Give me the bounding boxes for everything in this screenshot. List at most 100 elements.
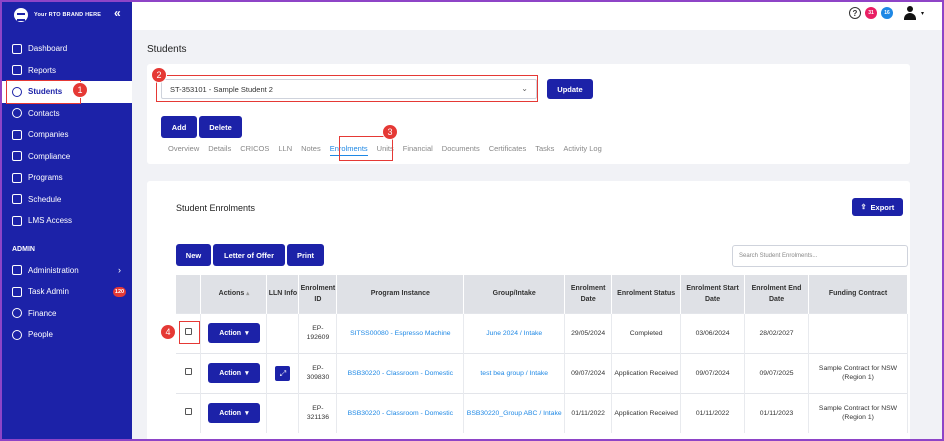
group-intake-link[interactable]: test bea group / Intake [463,352,566,393]
sidebar-item-label: Reports [28,65,57,75]
sidebar-item-label: Task Admin [28,287,69,297]
action-dropdown-button[interactable]: Action ▾ [207,323,260,343]
update-button[interactable]: Update [547,79,593,99]
sidebar-item-schedule[interactable]: Schedule [0,189,132,211]
chevron-right-icon: › [118,265,121,276]
user-avatar-icon[interactable] [903,6,917,20]
export-label: Export [870,202,895,212]
sidebar-item-label: Programs [28,173,63,183]
program-instance-link[interactable]: BSB30220 - Classroom - Domestic [336,352,465,393]
sidebar-item-label: Schedule [28,194,62,204]
header-actions[interactable]: Actions ▴ [200,275,268,313]
header-lln-info: LLN Info [266,275,300,313]
funding-contract [808,312,908,353]
new-enrolment-button[interactable]: New [176,244,211,266]
people-icon [12,329,22,340]
caret-down-icon: ▾ [245,369,249,377]
tab-activity-log[interactable]: Activity Log [563,144,601,156]
start-date: 01/11/2022 [680,392,746,433]
sidebar-item-companies[interactable]: Companies [0,124,132,146]
brand-logo-icon [14,8,28,22]
sidebar-item-label: Finance [28,308,57,318]
funding-contract: Sample Contract for NSW (Region 1) [808,392,908,433]
export-icon: ⇪ [860,204,867,211]
header-select [176,275,202,313]
row-checkbox[interactable] [184,368,192,375]
sidebar-item-label: Administration [28,265,79,275]
admin-section-title: ADMIN [12,245,35,253]
sidebar-item-label: Compliance [28,151,71,161]
report-icon [12,65,22,76]
tab-financial[interactable]: Financial [403,144,433,156]
header-enrolment-date: Enrolment Date [564,275,613,313]
action-dropdown-button[interactable]: Action ▾ [207,403,260,424]
action-dropdown-button[interactable]: Action ▾ [207,363,260,383]
user-menu-caret-icon[interactable]: ▾ [921,10,924,17]
row-checkbox[interactable] [184,408,192,416]
print-button[interactable]: Print [287,244,324,266]
brand-text: Your RTO BRAND HERE [34,12,102,18]
add-button[interactable]: Add [161,116,197,138]
start-date: 09/07/2024 [680,352,746,393]
sidebar-nav: Dashboard Reports Students Contacts Comp… [0,38,132,232]
sidebar-item-label: Dashboard [28,44,68,54]
table-row: Action ▾ EP-321136 BSB30220 - Classroom -… [176,392,908,433]
group-intake-link[interactable]: BSB30220_Group ABC / Intake [463,392,566,433]
letter-of-offer-button[interactable]: Letter of Offer [213,244,285,266]
table-header-row: Actions ▴ LLN Info Enrolment ID Program … [176,275,908,313]
header-end-date: Enrolment End Date [744,275,810,313]
sidebar-item-people[interactable]: People [0,324,132,346]
search-enrolments-input[interactable]: Search Student Enrolments... [732,245,908,267]
sidebar-item-finance[interactable]: Finance [0,303,132,325]
tab-certificates[interactable]: Certificates [489,144,527,156]
sidebar-item-task-admin[interactable]: Task Admin 120 [0,281,132,303]
callout-2: 2 [151,67,167,83]
notification-badge[interactable]: 31 [864,7,877,19]
tab-notes[interactable]: Notes [301,144,321,156]
page-title: Students [147,44,187,55]
enrolment-id: EP-321136 [298,392,338,433]
expand-arrows-icon[interactable]: ⤢ [275,365,291,381]
sidebar-item-label: People [28,330,53,340]
export-button[interactable]: ⇪ Export [852,198,903,216]
collapse-sidebar-icon[interactable]: « [114,6,121,20]
program-instance-link[interactable]: SITSS00080 - Espresso Machine [336,312,465,353]
sidebar-item-lms-access[interactable]: LMS Access [0,210,132,232]
end-date: 01/11/2023 [744,392,810,433]
tab-lln[interactable]: LLN [278,144,292,156]
program-instance-link[interactable]: BSB30220 - Classroom - Domestic [336,392,465,433]
tab-details[interactable]: Details [208,144,231,156]
sidebar-item-programs[interactable]: Programs [0,167,132,189]
tab-overview[interactable]: Overview [168,144,199,156]
help-icon[interactable]: ? [848,7,861,19]
table-row: Action ▾ EP-192609 SITSS00080 - Espresso … [176,312,908,353]
callout-1: 1 [72,82,88,98]
sidebar-item-administration[interactable]: Administration › [0,260,132,282]
lms-icon [12,215,22,226]
calendar-icon [12,194,22,205]
enrolment-date: 01/11/2022 [564,392,613,433]
sidebar-item-dashboard[interactable]: Dashboard [0,38,132,60]
sidebar-item-reports[interactable]: Reports [0,60,132,82]
group-intake-link[interactable]: June 2024 / Intake [463,312,566,353]
tab-tasks[interactable]: Tasks [535,144,554,156]
sidebar-item-label: Companies [28,130,69,140]
sidebar-item-label: LMS Access [28,216,73,226]
lln-cell [266,392,300,433]
task-count-badge: 120 [113,286,126,297]
action-label: Action [219,369,242,377]
building-icon [12,129,22,140]
message-badge[interactable]: 16 [880,7,893,19]
start-date: 03/06/2024 [680,312,746,353]
sidebar-item-contacts[interactable]: Contacts [0,103,132,125]
tab-documents[interactable]: Documents [442,144,480,156]
delete-button[interactable]: Delete [199,116,242,138]
topbar-icons: ? 31 16 ▾ [848,6,924,20]
enrolments-card: Student Enrolments ⇪ Export New Letter o… [147,181,910,441]
chart-line-icon [12,43,22,54]
brand[interactable]: Your RTO BRAND HERE [0,0,132,30]
sidebar-item-compliance[interactable]: Compliance [0,146,132,168]
tab-cricos[interactable]: CRICOS [240,144,269,156]
action-label: Action [219,409,242,417]
contacts-icon [12,108,22,119]
